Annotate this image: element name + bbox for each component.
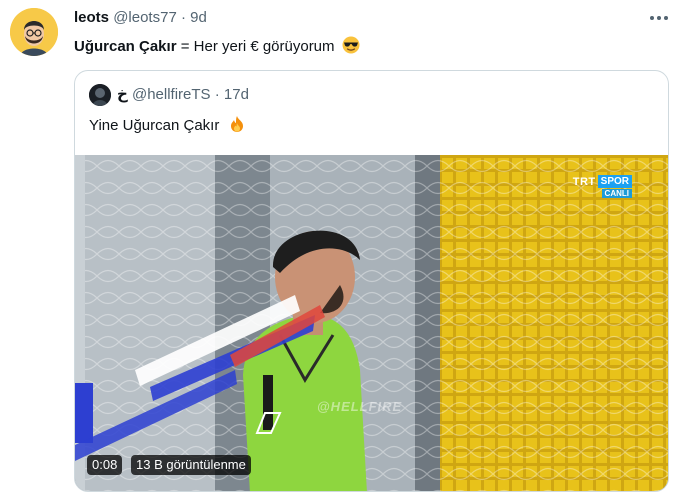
dark-portrait-icon xyxy=(89,84,111,106)
live-label: CANLI xyxy=(601,189,632,198)
video-player[interactable]: TRT SPOR CANLI @HELLFIRE 0:08 13 B görün… xyxy=(75,155,668,491)
quoted-author-handle[interactable]: @hellfireTS xyxy=(132,86,211,103)
tweet[interactable]: leots @leots77 · 9d Uğurcan Çakır = Her … xyxy=(0,0,700,499)
quoted-avatar[interactable] xyxy=(89,84,111,106)
sunglasses-emoji-icon xyxy=(342,36,360,54)
fire-emoji-icon xyxy=(230,116,243,132)
quoted-author-name[interactable]: خ xyxy=(117,86,128,103)
author-handle[interactable]: @leots77 xyxy=(113,9,177,26)
quoted-text-content: Yine Uğurcan Çakır xyxy=(89,117,220,134)
quoted-timestamp[interactable]: 17d xyxy=(224,86,249,103)
avatar[interactable] xyxy=(10,8,58,56)
quoted-separator: · xyxy=(214,86,220,103)
quoted-text: Yine Uğurcan Çakır xyxy=(89,115,246,136)
view-count: 13 B görüntülenme xyxy=(131,455,251,475)
tweet-header: leots @leots77 · 9d xyxy=(74,8,207,28)
cartoon-face-icon xyxy=(10,8,58,56)
channel-name: TRT xyxy=(572,175,596,188)
timestamp[interactable]: 9d xyxy=(190,9,207,26)
video-watermark: @HELLFIRE xyxy=(317,399,403,414)
channel-tag: SPOR xyxy=(597,175,632,188)
author-name[interactable]: leots xyxy=(74,9,109,26)
channel-logo: TRT SPOR CANLI xyxy=(573,175,632,198)
tweet-text-bold: Uğurcan Çakır xyxy=(74,38,177,55)
more-options-icon[interactable] xyxy=(650,10,670,26)
quoted-tweet[interactable]: خ @hellfireTS · 17d Yine Uğurcan Çakır T… xyxy=(74,70,669,492)
video-duration: 0:08 xyxy=(87,455,123,475)
tweet-text-rest: = Her yeri € görüyorum xyxy=(176,38,335,55)
quoted-header: خ @hellfireTS · 17d xyxy=(117,85,249,105)
separator: · xyxy=(180,9,186,26)
tweet-text: Uğurcan Çakır = Her yeri € görüyorum xyxy=(74,36,360,57)
video-frame xyxy=(75,155,668,491)
